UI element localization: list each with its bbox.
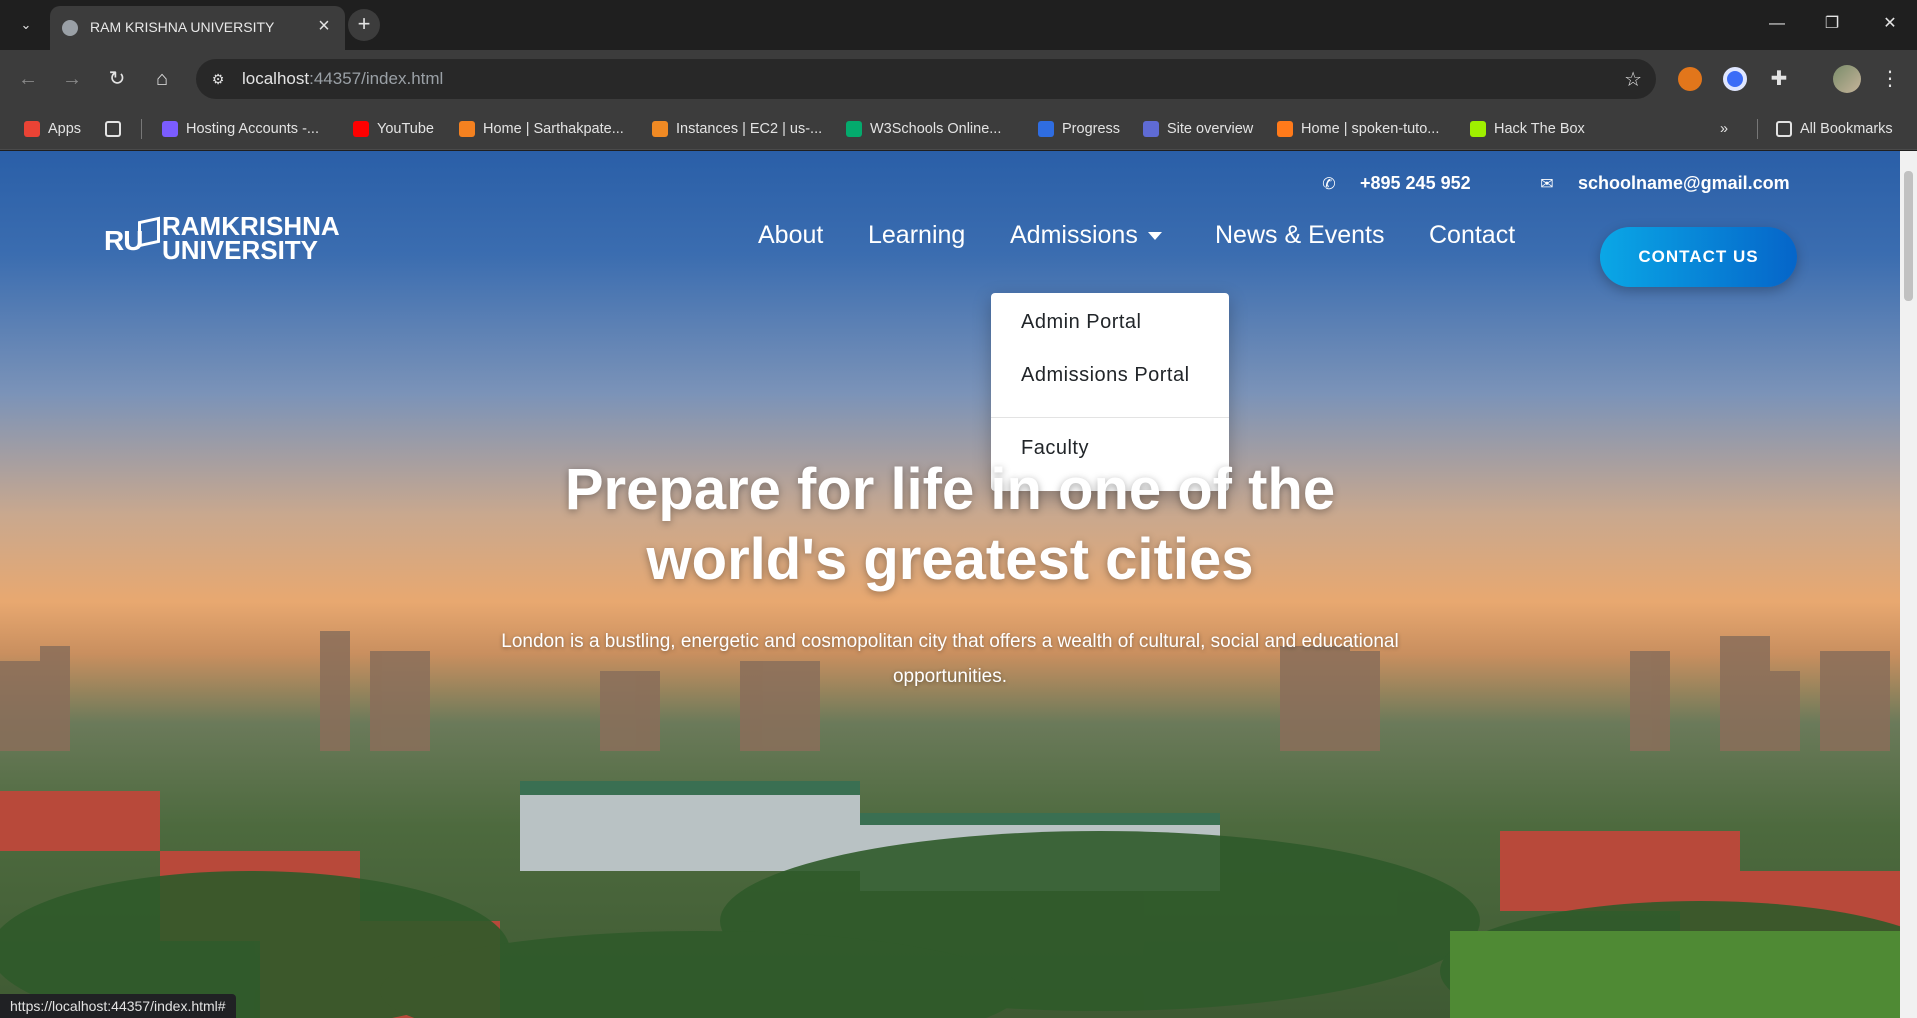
bookmark-ec2[interactable]: Instances | EC2 | us-...	[652, 108, 822, 150]
status-bar-url: https://localhost:44357/index.html#	[0, 994, 236, 1018]
tab-title: RAM KRISHNA UNIVERSITY	[90, 19, 275, 35]
nav-about[interactable]: About	[758, 221, 823, 250]
infinity-icon	[162, 121, 178, 137]
menu-kebab-icon[interactable]: ⋮	[1880, 65, 1900, 93]
folder-icon	[1776, 121, 1792, 137]
bookmark-spoken-tutorial[interactable]: Home | spoken-tuto...	[1277, 108, 1439, 150]
envelope-icon: ✉	[1540, 175, 1554, 193]
apps-grid-icon	[24, 121, 40, 137]
nav-news-events[interactable]: News & Events	[1215, 221, 1385, 250]
logo-cube-icon	[138, 216, 160, 248]
bookmark-sarthak[interactable]: Home | Sarthakpate...	[459, 108, 624, 150]
browser-tab-bar: ⌄ RAM KRISHNA UNIVERSITY × + — ❐ ✕	[0, 0, 1917, 50]
browser-tab-active[interactable]: RAM KRISHNA UNIVERSITY ×	[50, 6, 345, 50]
new-tab-button[interactable]: +	[348, 9, 380, 41]
dropdown-divider	[991, 417, 1229, 418]
site-overview-icon	[1143, 121, 1159, 137]
bookmark-separator	[1757, 119, 1758, 139]
hero-section: ✆ +895 245 952 ✉ schoolname@gmail.com RU…	[0, 151, 1900, 1018]
dropdown-item-admin-portal[interactable]: Admin Portal	[1021, 311, 1142, 334]
more-bookmarks-chevron-icon[interactable]: »	[1720, 108, 1728, 150]
metamask-extension-icon[interactable]	[1678, 67, 1702, 91]
bookmark-star-icon[interactable]: ☆	[1624, 67, 1642, 92]
tab-search-chevron-icon[interactable]: ⌄	[14, 13, 38, 37]
cloudflare-icon	[459, 121, 475, 137]
contact-us-button[interactable]: CONTACT US	[1600, 227, 1797, 287]
bookmark-youtube[interactable]: YouTube	[353, 108, 434, 150]
nav-learning[interactable]: Learning	[868, 221, 965, 250]
bookmark-w3schools[interactable]: W3Schools Online...	[846, 108, 1001, 150]
bookmarks-bar: Apps Hosting Accounts -... YouTube Home …	[0, 108, 1917, 150]
bookmark-separator	[141, 119, 142, 139]
home-icon[interactable]: ⌂	[148, 65, 176, 93]
spoken-tutorial-icon	[1277, 121, 1293, 137]
w3schools-icon	[846, 121, 862, 137]
minimize-icon[interactable]: —	[1765, 12, 1789, 36]
tab-close-icon[interactable]: ×	[313, 16, 335, 38]
profile-avatar[interactable]	[1833, 65, 1861, 93]
header-phone[interactable]: ✆ +895 245 952	[1318, 173, 1471, 194]
extension-circle-icon[interactable]	[1723, 67, 1747, 91]
email-address: schoolname@gmail.com	[1578, 173, 1790, 193]
tab-groups-icon[interactable]	[105, 108, 129, 150]
header-email[interactable]: ✉ schoolname@gmail.com	[1536, 173, 1790, 194]
site-logo[interactable]: RU RAMKRISHNA UNIVERSITY	[104, 211, 340, 267]
reload-icon[interactable]: ↻	[103, 65, 131, 93]
close-window-icon[interactable]: ✕	[1878, 12, 1902, 36]
hero-subtitle: London is a bustling, energetic and cosm…	[501, 631, 1399, 687]
scrollbar-thumb[interactable]	[1904, 171, 1913, 301]
hackthebox-cube-icon	[1470, 121, 1486, 137]
nav-contact[interactable]: Contact	[1429, 221, 1515, 250]
page-scrollbar[interactable]	[1900, 151, 1917, 1018]
youtube-icon	[353, 121, 369, 137]
nav-admissions[interactable]: Admissions	[1010, 221, 1162, 250]
bookmark-apps[interactable]: Apps	[24, 108, 81, 150]
hero-title: Prepare for life in one of the world's g…	[564, 457, 1336, 592]
address-bar[interactable]: ⚙ localhost:44357/index.html ☆	[196, 59, 1656, 99]
phone-icon: ✆	[1322, 175, 1336, 193]
bookmark-hackthebox[interactable]: Hack The Box	[1470, 108, 1585, 150]
bookmark-site-overview[interactable]: Site overview	[1143, 108, 1253, 150]
restore-icon[interactable]: ❐	[1820, 12, 1844, 36]
bookmark-hosting[interactable]: Hosting Accounts -...	[162, 108, 319, 150]
caret-down-icon	[1147, 232, 1162, 241]
back-arrow-icon[interactable]: ←	[14, 65, 42, 93]
bookmark-progress[interactable]: Progress	[1038, 108, 1120, 150]
bookmark-all[interactable]: All Bookmarks	[1776, 108, 1893, 150]
forward-arrow-icon[interactable]: →	[58, 65, 86, 93]
extensions-puzzle-icon[interactable]: ✚	[1767, 67, 1791, 91]
browser-toolbar: ← → ↻ ⌂ ⚙ localhost:44357/index.html ☆ ✚…	[0, 50, 1917, 108]
url-text: localhost:44357/index.html	[242, 69, 444, 88]
phone-number: +895 245 952	[1360, 173, 1471, 193]
progress-s-icon	[1038, 121, 1054, 137]
dropdown-item-admissions-portal[interactable]: Admissions Portal	[1021, 364, 1190, 387]
globe-icon	[62, 20, 78, 36]
site-info-icon[interactable]: ⚙	[208, 69, 228, 89]
aws-cube-icon	[652, 121, 668, 137]
